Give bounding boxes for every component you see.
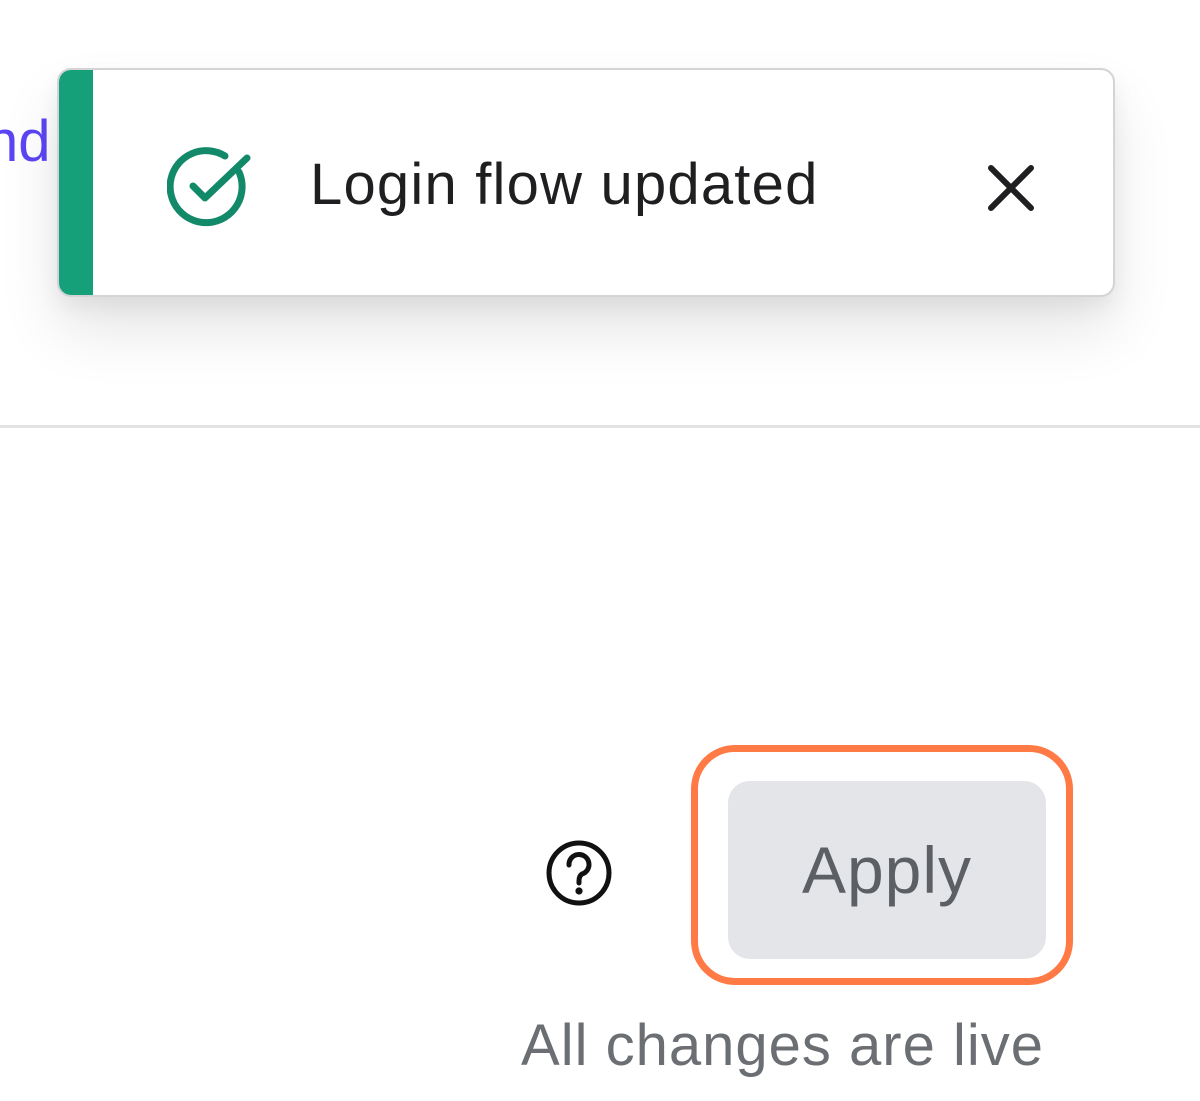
background-link[interactable]: nd: [0, 112, 51, 172]
help-circle-icon[interactable]: [544, 838, 614, 908]
section-divider: [0, 425, 1200, 428]
status-text: All changes are live: [521, 1013, 1044, 1078]
success-toast: Login flow updated: [57, 68, 1115, 297]
apply-button[interactable]: Apply: [728, 781, 1046, 959]
toast-message: Login flow updated: [310, 152, 819, 217]
toast-accent-bar: [59, 70, 93, 295]
check-circle-icon: [167, 147, 251, 227]
close-icon[interactable]: [981, 158, 1041, 218]
page: nd Login flow updated Apply All changes …: [0, 0, 1200, 1101]
